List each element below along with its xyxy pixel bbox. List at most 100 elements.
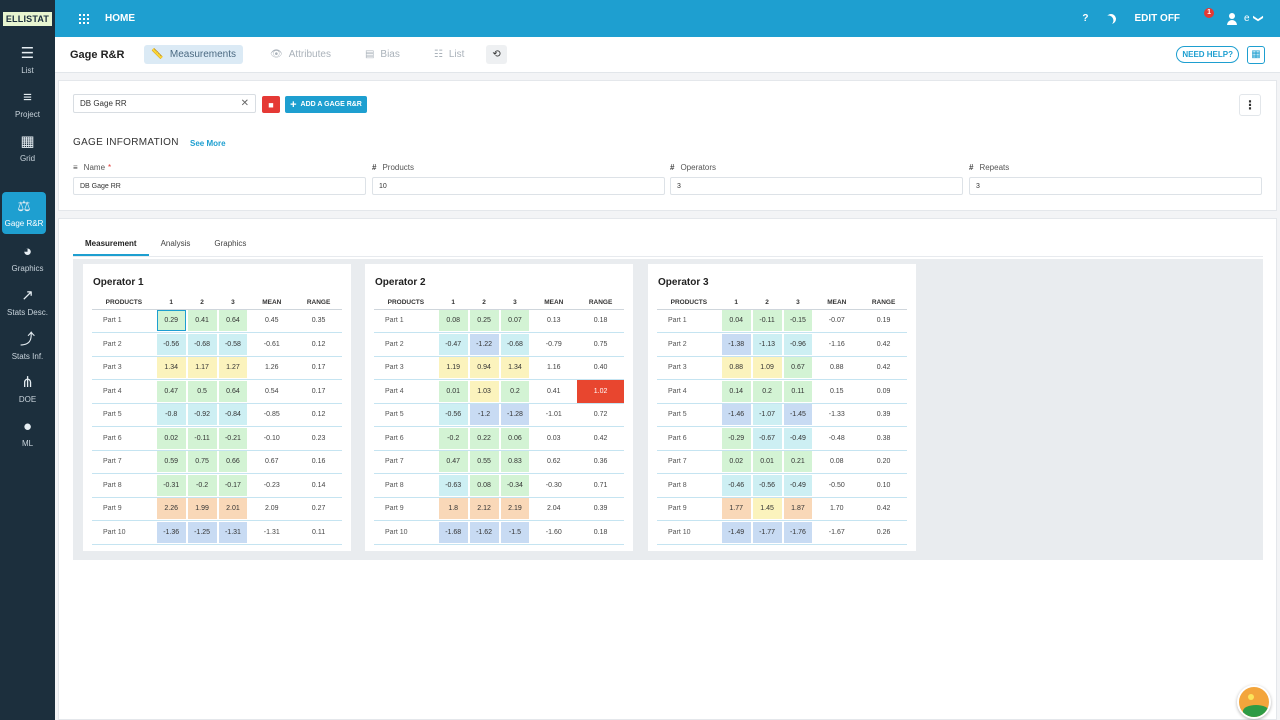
measurement-cell[interactable]: 1.09 — [751, 356, 783, 380]
measurement-cell[interactable]: 1.34 — [155, 356, 187, 380]
measurement-cell[interactable]: -1.2 — [468, 403, 500, 427]
measurement-cell[interactable]: -0.58 — [217, 332, 249, 357]
measurement-cell[interactable]: -0.96 — [782, 332, 814, 357]
measurement-cell[interactable]: 0.01 — [751, 450, 783, 474]
name-input[interactable]: DB Gage RR — [73, 177, 366, 195]
measurement-cell[interactable]: 0.83 — [499, 450, 531, 474]
measurement-cell[interactable]: -0.56 — [437, 403, 469, 427]
measurement-cell[interactable]: -0.84 — [217, 403, 249, 427]
tab-analysis[interactable]: Analysis — [149, 233, 203, 256]
clear-icon[interactable]: ✕ — [241, 98, 249, 109]
measurement-cell[interactable]: -0.29 — [720, 426, 752, 451]
measurement-cell[interactable]: 0.02 — [155, 426, 187, 451]
measurement-cell[interactable]: 1.8 — [437, 497, 469, 521]
edit-off-button[interactable]: EDIT OFF — [1134, 13, 1180, 24]
help-icon[interactable]: ? — [1082, 13, 1088, 24]
measurement-cell[interactable]: -1.76 — [782, 520, 814, 545]
measurement-cell[interactable]: 0.64 — [217, 309, 249, 333]
measurement-cell[interactable]: 0.64 — [217, 379, 249, 404]
measurement-cell[interactable]: 0.66 — [217, 450, 249, 474]
measurement-cell[interactable]: -0.8 — [155, 403, 187, 427]
home-link[interactable]: HOME — [105, 13, 135, 24]
measurement-cell[interactable]: -1.45 — [782, 403, 814, 427]
measurement-cell[interactable]: 0.01 — [437, 379, 469, 404]
measurement-cell[interactable]: 2.19 — [499, 497, 531, 521]
measurement-cell[interactable]: -0.2 — [186, 473, 218, 498]
sidebar-item-stats-desc[interactable]: ↗ Stats Desc. — [0, 281, 55, 323]
assistant-avatar[interactable] — [1237, 685, 1271, 719]
measurement-cell[interactable]: -1.62 — [468, 520, 500, 545]
measurement-cell[interactable]: 1.19 — [437, 356, 469, 380]
user-menu[interactable]: e ❯ — [1226, 12, 1263, 25]
history-button[interactable]: ⟲ — [486, 45, 507, 64]
measurement-cell[interactable]: 0.94 — [468, 356, 500, 380]
add-gage-button[interactable]: + ADD A GAGE R&R — [285, 96, 367, 113]
measurement-cell[interactable]: -0.15 — [782, 309, 814, 333]
tab-measurements[interactable]: 📏 Measurements — [144, 45, 243, 64]
measurement-cell[interactable]: 0.41 — [186, 309, 218, 333]
measurement-cell[interactable]: 0.88 — [720, 356, 752, 380]
operators-input[interactable]: 3 — [670, 177, 963, 195]
measurement-cell[interactable]: -0.92 — [186, 403, 218, 427]
products-input[interactable]: 10 — [372, 177, 665, 195]
dark-mode-icon[interactable] — [1105, 12, 1119, 26]
measurement-cell[interactable]: 0.75 — [186, 450, 218, 474]
measurement-cell[interactable]: -0.63 — [437, 473, 469, 498]
measurement-cell[interactable]: 0.14 — [720, 379, 752, 404]
measurement-cell[interactable]: -0.68 — [499, 332, 531, 357]
measurement-cell[interactable]: -0.17 — [217, 473, 249, 498]
measurement-cell[interactable]: -0.21 — [217, 426, 249, 451]
measurement-cell[interactable]: 0.08 — [437, 309, 469, 333]
measurement-cell[interactable]: -1.49 — [720, 520, 752, 545]
tab-list[interactable]: ☷ List — [427, 45, 472, 64]
measurement-cell[interactable]: 0.29 — [155, 309, 187, 333]
sidebar-item-ml[interactable]: ● ML — [0, 412, 55, 454]
measurement-cell[interactable]: -0.11 — [751, 309, 783, 333]
measurement-cell[interactable]: -1.68 — [437, 520, 469, 545]
measurement-cell[interactable]: -1.77 — [751, 520, 783, 545]
tab-graphics[interactable]: Graphics — [202, 233, 258, 256]
measurement-cell[interactable]: 1.87 — [782, 497, 814, 521]
tab-attributes[interactable]: 👁 Attributes — [263, 45, 338, 64]
see-more-link[interactable]: See More — [190, 139, 226, 148]
brand-logo[interactable]: ELLISTAT — [0, 0, 55, 37]
measurement-cell[interactable]: -1.38 — [720, 332, 752, 357]
measurement-cell[interactable]: -1.28 — [499, 403, 531, 427]
measurement-cell[interactable]: 0.2 — [499, 379, 531, 404]
measurement-cell[interactable]: 0.06 — [499, 426, 531, 451]
measurement-cell[interactable]: 2.12 — [468, 497, 500, 521]
measurement-cell[interactable]: 1.27 — [217, 356, 249, 380]
notifications-bell-icon[interactable]: 1 — [1198, 7, 1215, 24]
measurement-cell[interactable]: -0.56 — [751, 473, 783, 498]
sidebar-item-list[interactable]: ☰ List — [0, 39, 55, 81]
measurement-cell[interactable]: 1.77 — [720, 497, 752, 521]
gage-selector[interactable]: DB Gage RR ✕ — [73, 94, 256, 113]
measurement-cell[interactable]: -0.46 — [720, 473, 752, 498]
measurement-cell[interactable]: -1.36 — [155, 520, 187, 545]
measurement-cell[interactable]: 1.03 — [468, 379, 500, 404]
sidebar-item-grid[interactable]: ▦ Grid — [0, 127, 55, 169]
measurement-cell[interactable]: -1.31 — [217, 520, 249, 545]
sidebar-item-project[interactable]: ≡ Project — [0, 83, 55, 125]
measurement-cell[interactable]: 0.04 — [720, 309, 752, 333]
measurement-cell[interactable]: 0.47 — [437, 450, 469, 474]
tab-measurement[interactable]: Measurement — [73, 233, 149, 256]
grid-view-button[interactable]: ▦ — [1247, 45, 1265, 64]
delete-button[interactable]: ■ — [262, 96, 280, 113]
measurement-cell[interactable]: 2.26 — [155, 497, 187, 521]
measurement-cell[interactable]: 0.67 — [782, 356, 814, 380]
measurement-cell[interactable]: 0.5 — [186, 379, 218, 404]
measurement-cell[interactable]: -0.56 — [155, 332, 187, 357]
measurement-cell[interactable]: 1.17 — [186, 356, 218, 380]
measurement-cell[interactable]: -0.68 — [186, 332, 218, 357]
measurement-cell[interactable]: 2.01 — [217, 497, 249, 521]
measurement-cell[interactable]: 1.45 — [751, 497, 783, 521]
measurement-cell[interactable]: -0.47 — [437, 332, 469, 357]
measurement-cell[interactable]: 1.99 — [186, 497, 218, 521]
measurement-cell[interactable]: 0.2 — [751, 379, 783, 404]
measurement-cell[interactable]: -1.07 — [751, 403, 783, 427]
measurement-cell[interactable]: 0.55 — [468, 450, 500, 474]
tab-bias[interactable]: ▤ Bias — [358, 45, 407, 64]
measurement-cell[interactable]: 0.07 — [499, 309, 531, 333]
sidebar-item-stats-inf[interactable]: ⤴ Stats Inf. — [0, 325, 55, 367]
